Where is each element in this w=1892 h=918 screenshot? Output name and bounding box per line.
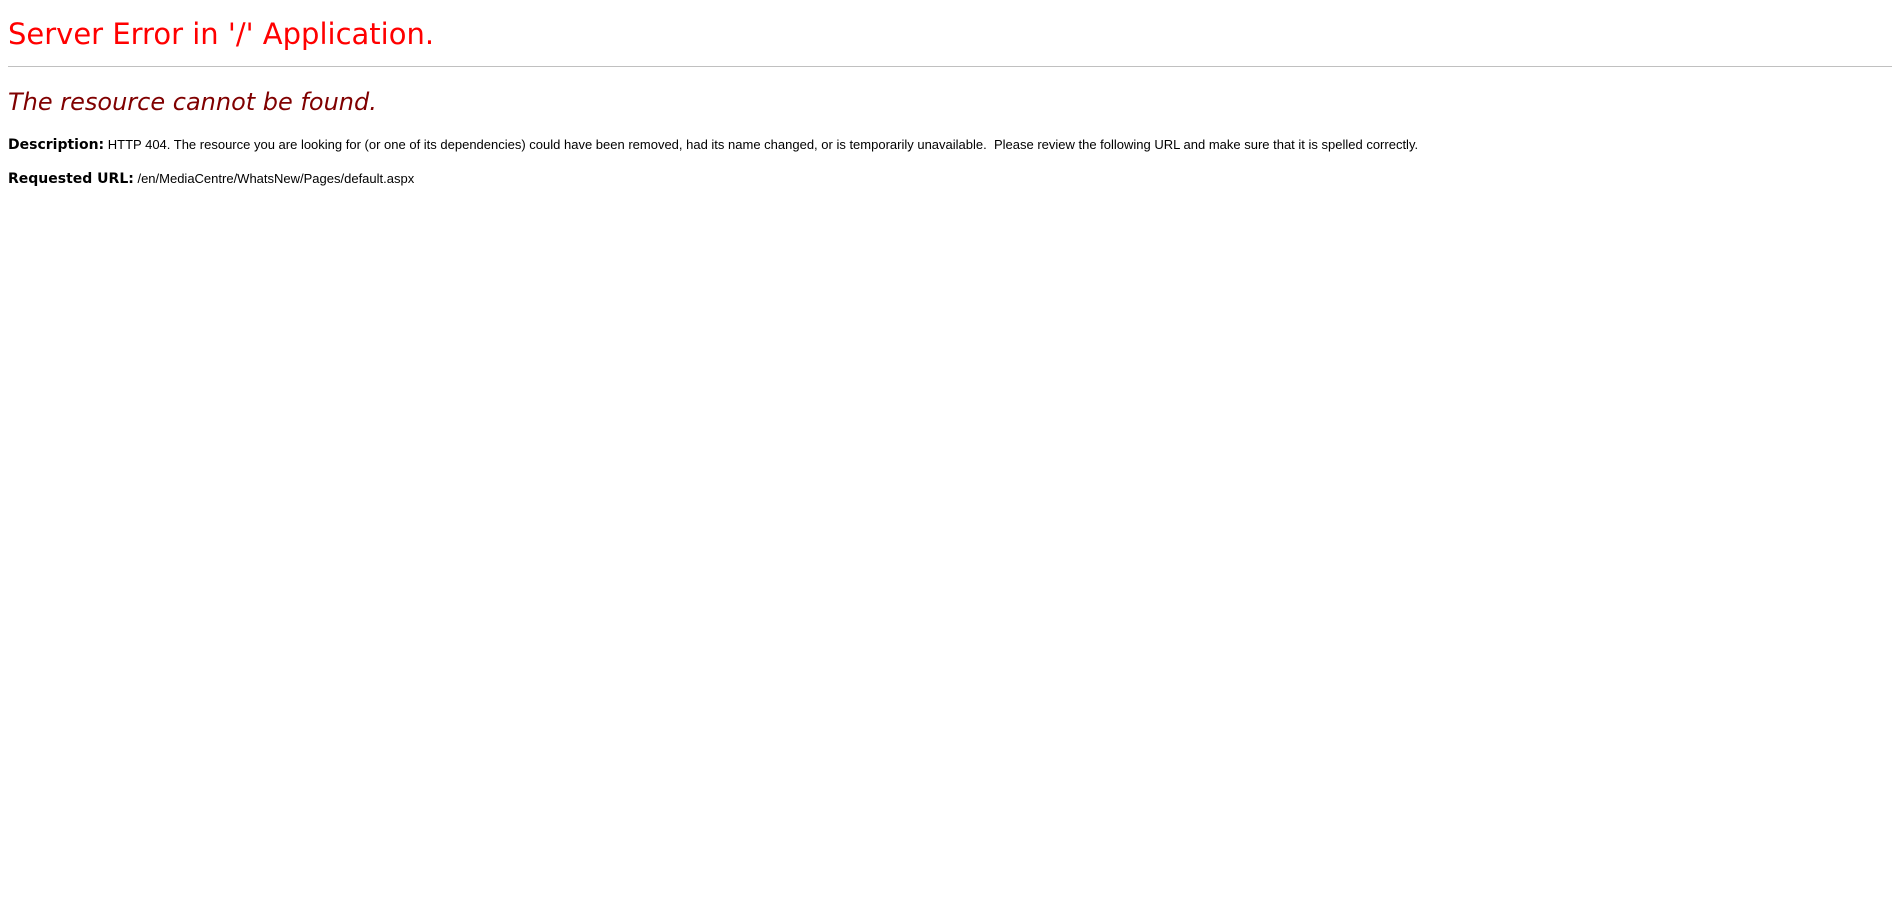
requested-url-label: Requested URL: bbox=[8, 171, 134, 187]
error-page: Server Error in '/' Application. The res… bbox=[0, 0, 1892, 918]
requested-url-value[interactable]: /en/MediaCentre/WhatsNew/Pages/default.a… bbox=[134, 171, 414, 186]
description-label: Description: bbox=[8, 137, 105, 153]
title-divider bbox=[8, 66, 1892, 67]
description-line: Description: HTTP 404. The resource you … bbox=[8, 136, 1418, 154]
requested-url-line: Requested URL: /en/MediaCentre/WhatsNew/… bbox=[8, 170, 414, 188]
description-text[interactable]: HTTP 404. The resource you are looking f… bbox=[104, 137, 1418, 152]
page-title: Server Error in '/' Application. bbox=[8, 17, 435, 51]
error-subtitle: The resource cannot be found. bbox=[8, 88, 377, 116]
